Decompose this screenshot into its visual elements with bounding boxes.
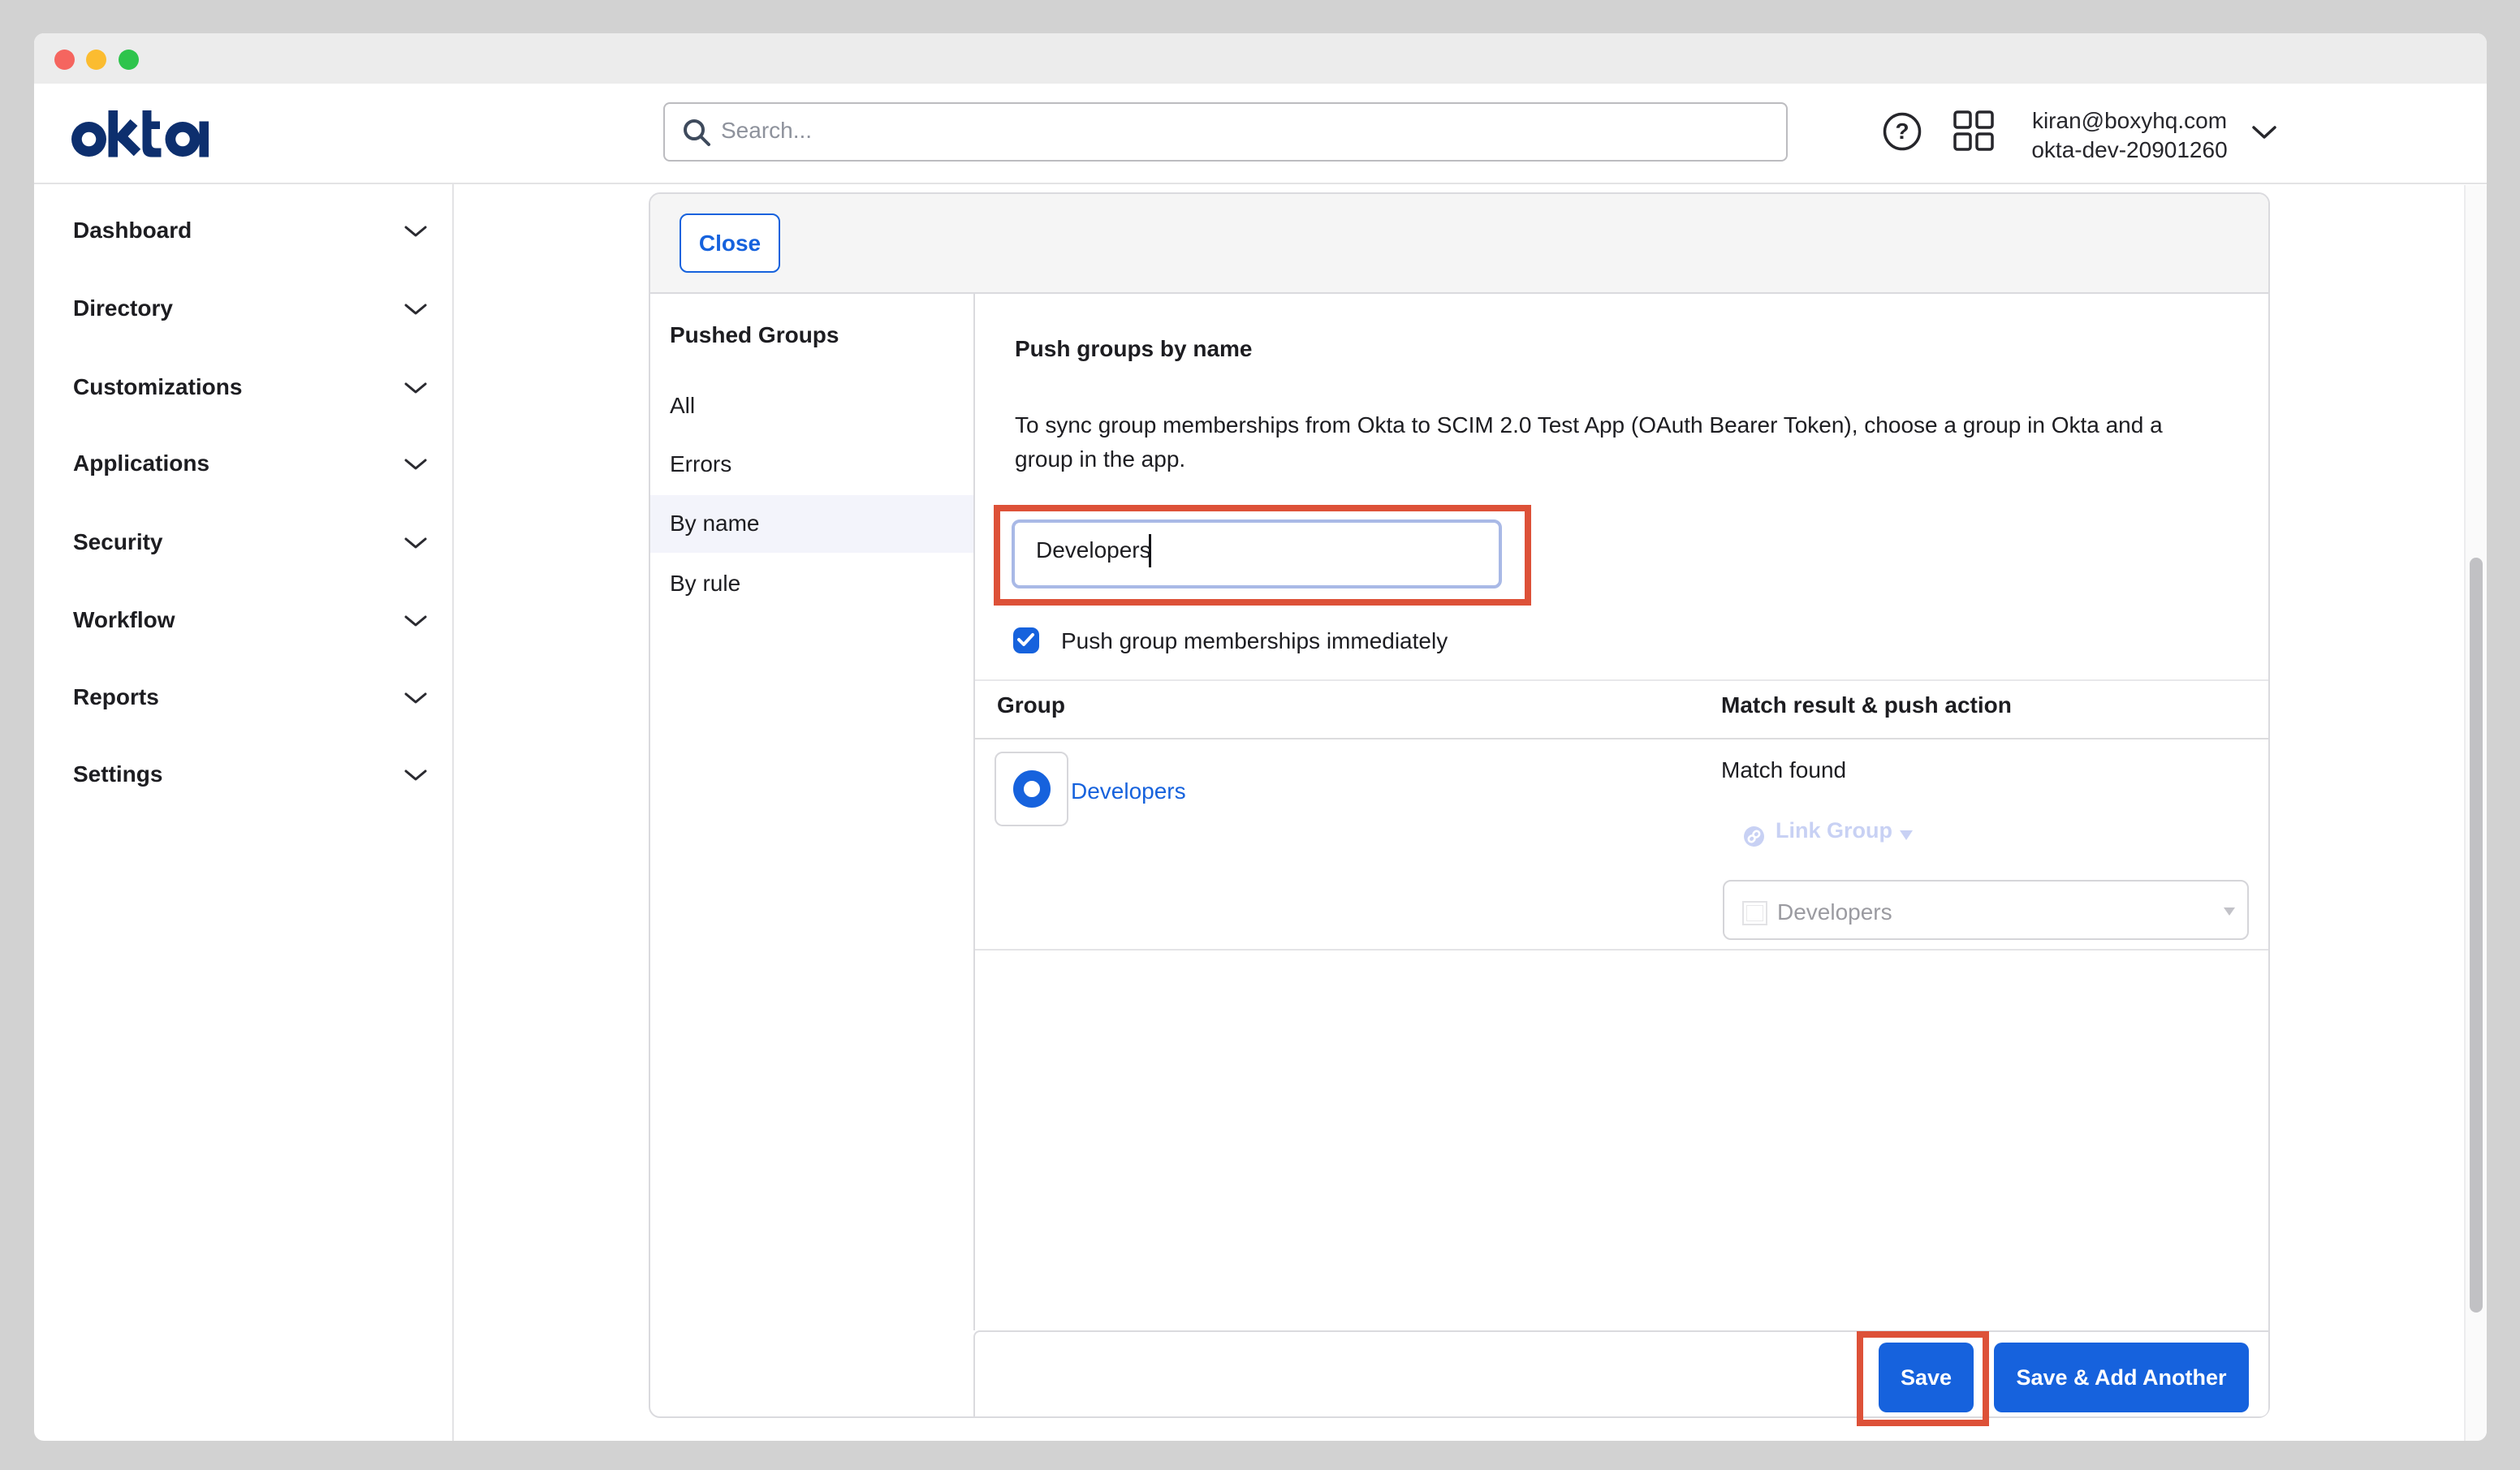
svg-text:?: ? bbox=[1895, 119, 1909, 144]
